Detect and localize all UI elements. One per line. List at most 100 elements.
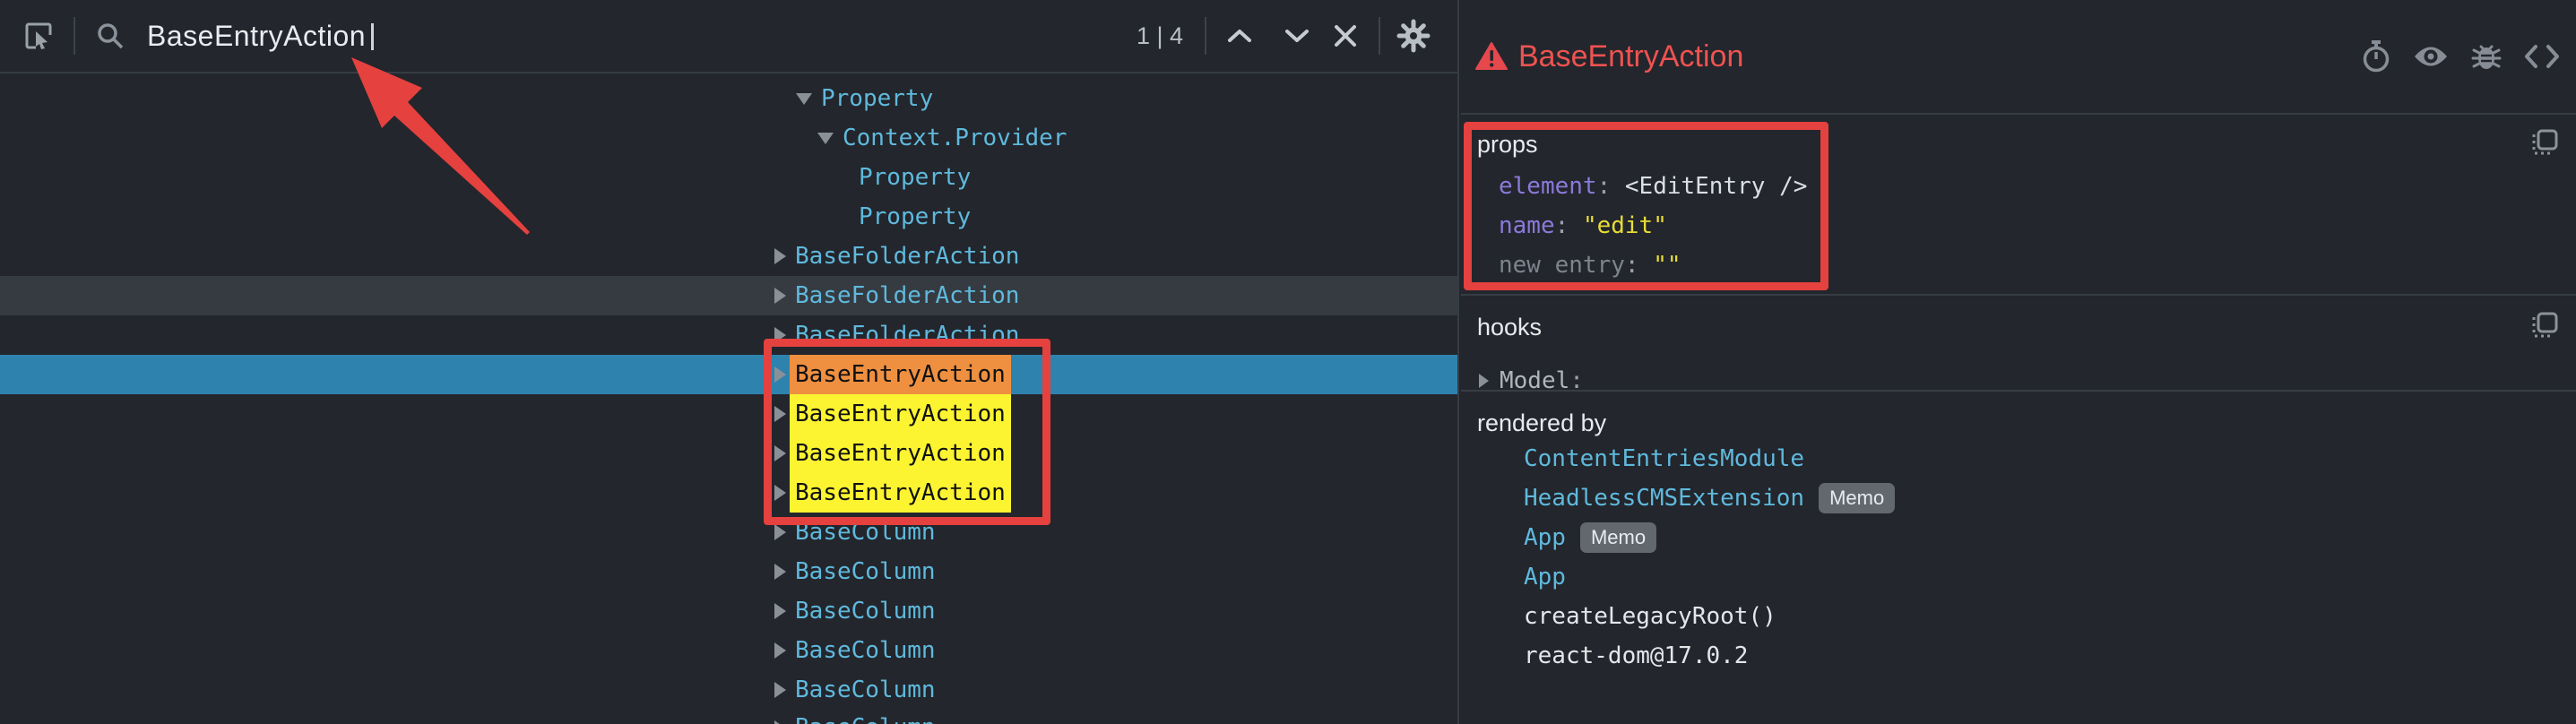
- chevron-collapsed-icon[interactable]: [1479, 374, 1489, 388]
- chevron-collapsed-icon[interactable]: [774, 564, 786, 580]
- search-match: BaseEntryAction: [790, 434, 1011, 473]
- details-header-actions: [2361, 0, 2560, 113]
- chevron-collapsed-icon[interactable]: [774, 406, 786, 422]
- props-section: props element: <EditEntry /> name: "edit…: [1461, 115, 2576, 296]
- search-icon: [95, 21, 125, 51]
- component-label: BaseColumn: [795, 519, 936, 546]
- tree-row[interactable]: BaseFolderAction: [0, 237, 1457, 276]
- chevron-down-icon: [1284, 28, 1310, 44]
- prop-name: name: [1499, 212, 1555, 239]
- tree-row[interactable]: BaseColumn: [0, 591, 1457, 631]
- owner-row[interactable]: App: [1524, 557, 1566, 597]
- chevron-collapsed-icon[interactable]: [774, 524, 786, 540]
- chevron-expanded-icon[interactable]: [817, 133, 834, 144]
- rendered-by-section: rendered by ContentEntriesModule Headles…: [1461, 393, 2576, 724]
- stopwatch-icon: [2361, 40, 2391, 73]
- log-to-console-button[interactable]: [2470, 41, 2503, 72]
- chevron-collapsed-icon[interactable]: [774, 248, 786, 264]
- inspect-element-button[interactable]: [23, 21, 54, 51]
- selected-component-title: BaseEntryAction: [1518, 39, 1743, 74]
- tree-row[interactable]: BaseFolderAction: [0, 276, 1457, 315]
- search-input[interactable]: BaseEntryAction: [147, 20, 374, 53]
- component-label: BaseColumn: [795, 710, 936, 724]
- memo-badge: Memo: [1819, 483, 1895, 513]
- chevron-collapsed-icon[interactable]: [774, 720, 786, 724]
- toolbar-divider: [1379, 17, 1380, 55]
- tree-row[interactable]: BaseColumn: [0, 710, 1457, 724]
- settings-button[interactable]: [1389, 12, 1438, 60]
- chevron-up-icon: [1226, 28, 1253, 44]
- component-label: BaseFolderAction: [795, 322, 1019, 349]
- colon: :: [1597, 173, 1612, 200]
- prop-value: "edit": [1583, 212, 1667, 239]
- colon: :: [1569, 367, 1584, 394]
- component-label: BaseFolderAction: [795, 282, 1019, 309]
- component-label: BaseColumn: [795, 558, 936, 585]
- component-details-panel: BaseEntryAction: [1461, 0, 2576, 724]
- chevron-collapsed-icon[interactable]: [774, 485, 786, 501]
- suspend-toggle-button[interactable]: [2361, 40, 2391, 73]
- search-match: BaseEntryAction: [790, 473, 1011, 513]
- component-label: Context.Provider: [843, 125, 1067, 151]
- tree-row[interactable]: BaseColumn: [0, 513, 1457, 552]
- tree-row[interactable]: BaseColumn: [0, 631, 1457, 670]
- inspect-element-icon: [23, 21, 54, 51]
- chevron-collapsed-icon[interactable]: [774, 603, 786, 619]
- tree-row[interactable]: BaseEntryAction: [0, 434, 1457, 473]
- owner-row[interactable]: ContentEntriesModule: [1524, 439, 1804, 478]
- tree-row[interactable]: BaseColumn: [0, 552, 1457, 591]
- component-tree: Property Context.Provider Property Prope…: [0, 73, 1457, 724]
- prop-row[interactable]: element: <EditEntry />: [1499, 167, 1807, 206]
- owner-row[interactable]: HeadlessCMSExtension Memo: [1524, 478, 1895, 518]
- chevron-collapsed-icon[interactable]: [774, 288, 786, 304]
- tree-row[interactable]: BaseColumn: [0, 670, 1457, 710]
- search-result-count: 1 | 4: [1137, 22, 1183, 50]
- tree-row[interactable]: Property: [0, 158, 1457, 197]
- copy-icon[interactable]: [2531, 129, 2558, 156]
- colon: :: [1625, 252, 1639, 279]
- chevron-collapsed-icon[interactable]: [774, 642, 786, 659]
- owner-row[interactable]: App Memo: [1524, 518, 1656, 557]
- prop-name: new entry: [1499, 252, 1625, 279]
- components-toolbar: BaseEntryAction 1 | 4: [0, 0, 1457, 73]
- hooks-section-label: hooks: [1477, 314, 1542, 341]
- prop-value: "": [1653, 252, 1681, 279]
- props-section-label: props: [1477, 131, 1538, 159]
- search-value: BaseEntryAction: [147, 20, 366, 52]
- inspect-dom-button[interactable]: [2413, 43, 2449, 70]
- owner-link[interactable]: App: [1524, 564, 1566, 590]
- clear-search-button[interactable]: [1321, 12, 1370, 60]
- chevron-collapsed-icon[interactable]: [774, 366, 786, 383]
- search-match: BaseEntryAction: [790, 394, 1011, 434]
- tree-row-selected[interactable]: BaseEntryAction: [0, 355, 1457, 394]
- chevron-expanded-icon[interactable]: [796, 93, 812, 105]
- component-label: BaseColumn: [795, 677, 936, 703]
- prop-row[interactable]: name: "edit": [1499, 206, 1667, 246]
- tree-row[interactable]: Property: [0, 197, 1457, 237]
- tree-row[interactable]: BaseEntryAction: [0, 473, 1457, 513]
- previous-match-button[interactable]: [1215, 12, 1264, 60]
- prop-row-new-entry[interactable]: new entry: "": [1499, 246, 1681, 285]
- memo-badge: Memo: [1580, 522, 1656, 553]
- component-label: BaseColumn: [795, 637, 936, 664]
- owner-link[interactable]: HeadlessCMSExtension: [1524, 485, 1804, 512]
- tree-row[interactable]: Context.Provider: [0, 118, 1457, 158]
- owner-link[interactable]: App: [1524, 524, 1566, 551]
- chevron-collapsed-icon[interactable]: [774, 327, 786, 343]
- rendered-by-label: rendered by: [1477, 409, 1606, 437]
- copy-icon[interactable]: [2531, 312, 2558, 339]
- tree-row[interactable]: BaseEntryAction: [0, 394, 1457, 434]
- search-match-current: BaseEntryAction: [790, 355, 1011, 394]
- react-devtools-window: BaseEntryAction 1 | 4: [0, 0, 2576, 724]
- chevron-collapsed-icon[interactable]: [774, 445, 786, 461]
- close-icon: [1334, 24, 1357, 47]
- component-label: Property: [859, 164, 971, 191]
- component-label: BaseFolderAction: [795, 243, 1019, 270]
- prop-name: element: [1499, 173, 1597, 200]
- tree-row[interactable]: BaseFolderAction: [0, 315, 1457, 355]
- chevron-collapsed-icon[interactable]: [774, 682, 786, 698]
- view-source-button[interactable]: [2524, 44, 2560, 69]
- next-match-button[interactable]: [1273, 12, 1321, 60]
- tree-row[interactable]: Property: [0, 79, 1457, 118]
- owner-link[interactable]: ContentEntriesModule: [1524, 445, 1804, 472]
